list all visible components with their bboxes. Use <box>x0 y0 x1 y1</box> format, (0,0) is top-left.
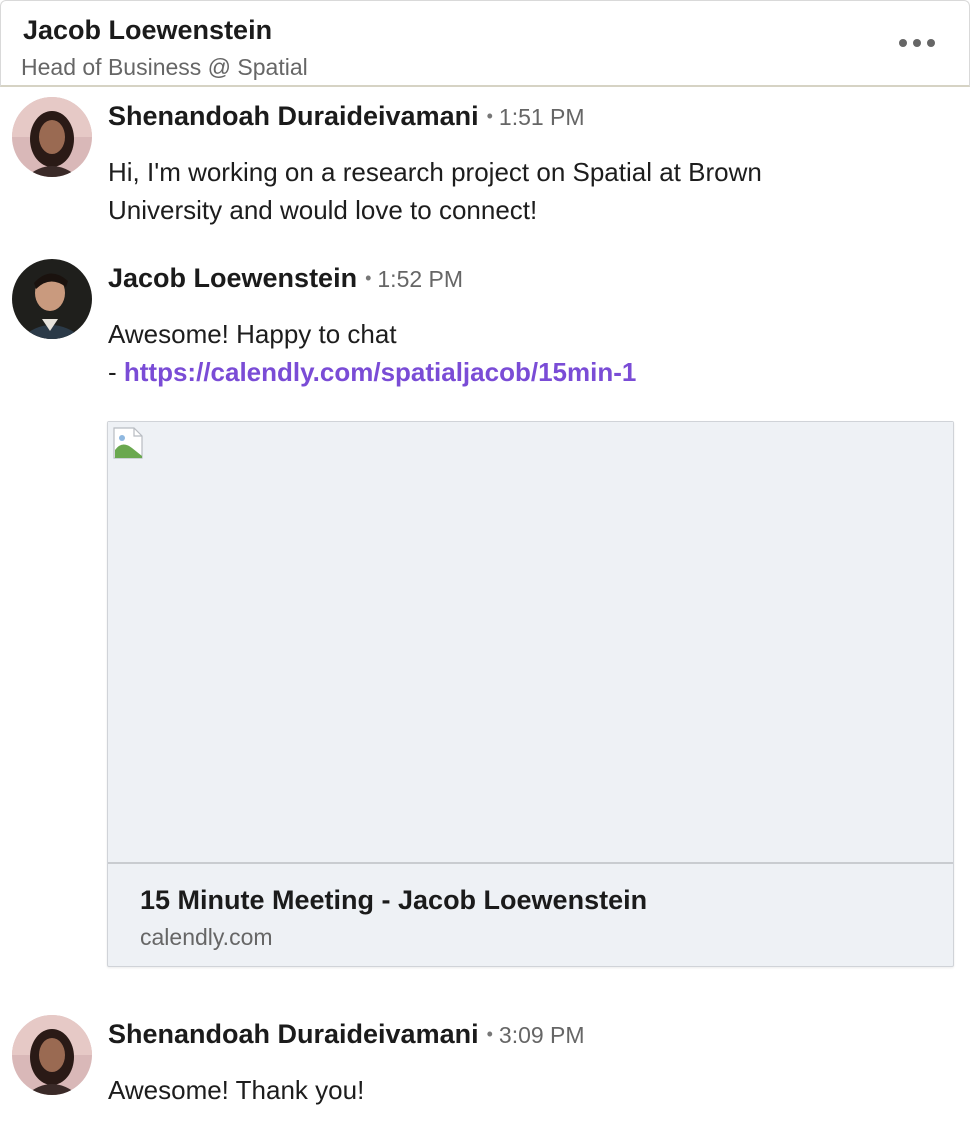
message-sender: Jacob Loewenstein • 1:52 PM <box>108 263 463 294</box>
message-sender: Shenandoah Duraideivamani • 3:09 PM <box>108 1019 585 1050</box>
separator-dot: • <box>365 268 372 288</box>
message-time: 1:51 PM <box>498 104 585 130</box>
broken-image-icon <box>113 427 143 459</box>
message-time: 1:52 PM <box>377 266 464 292</box>
message-sender: Shenandoah Duraideivamani • 1:51 PM <box>108 101 585 132</box>
avatar[interactable] <box>12 97 92 177</box>
avatar[interactable] <box>12 259 92 339</box>
separator-dot: • <box>486 106 493 126</box>
sender-name[interactable]: Shenandoah Duraideivamani <box>108 101 479 131</box>
message-line: Awesome! Happy to chat <box>108 319 397 349</box>
link-preview-card[interactable]: 15 Minute Meeting - Jacob Loewenstein ca… <box>107 421 954 967</box>
message-line: Awesome! Thank you! <box>108 1075 365 1105</box>
message-line: University and would love to connect! <box>108 195 538 225</box>
message-line: Hi, I'm working on a research project on… <box>108 157 762 187</box>
separator-dot: • <box>486 1024 493 1044</box>
contact-name[interactable]: Jacob Loewenstein <box>23 15 272 46</box>
more-options-icon[interactable] <box>899 39 935 47</box>
link-preview-title[interactable]: 15 Minute Meeting - Jacob Loewenstein <box>140 885 647 916</box>
message-body: Awesome! Thank you! <box>108 1071 364 1109</box>
message-line: - https://calendly.com/spatialjacob/15mi… <box>108 353 636 391</box>
link-preview-domain: calendly.com <box>140 924 273 950</box>
avatar[interactable] <box>12 1015 92 1095</box>
sender-name[interactable]: Shenandoah Duraideivamani <box>108 1019 479 1049</box>
link-prefix: - <box>108 357 124 387</box>
conversation-header: Jacob Loewenstein Head of Business @ Spa… <box>0 0 970 87</box>
sender-name[interactable]: Jacob Loewenstein <box>108 263 357 293</box>
calendly-link[interactable]: https://calendly.com/spatialjacob/15min-… <box>124 357 636 387</box>
link-preview-image[interactable] <box>108 422 953 864</box>
message-time: 3:09 PM <box>498 1022 585 1048</box>
message-body: Awesome! Happy to chat - https://calendl… <box>108 315 636 391</box>
message-body: Hi, I'm working on a research project on… <box>108 153 762 229</box>
contact-headline: Head of Business @ Spatial <box>21 54 308 80</box>
